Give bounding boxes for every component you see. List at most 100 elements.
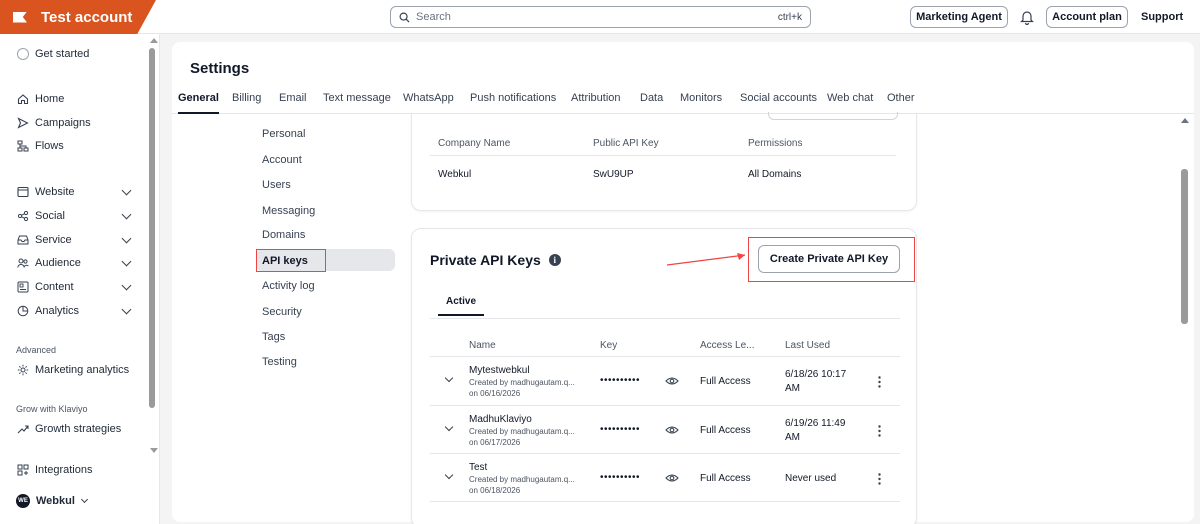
last-used-suffix: AM <box>785 383 800 394</box>
search-input[interactable] <box>416 11 778 23</box>
sidebar-item-label: Integrations <box>35 464 93 476</box>
subnav-tags[interactable]: Tags <box>262 331 285 343</box>
sidebar-item-home[interactable]: Home <box>16 91 64 107</box>
sidebar-item-label: Analytics <box>35 305 80 317</box>
public-key-action-button[interactable] <box>768 112 898 120</box>
sidebar-item-get-started[interactable]: Get started <box>16 46 89 62</box>
main-scrollbar[interactable] <box>1181 169 1188 324</box>
chevron-down-icon[interactable] <box>121 304 132 315</box>
scroll-down-arrow[interactable] <box>150 448 158 453</box>
expand-chevron-icon[interactable] <box>444 470 454 480</box>
subnav-security[interactable]: Security <box>262 306 302 318</box>
progress-circle-icon <box>16 48 29 61</box>
tab-active[interactable]: Active <box>438 296 485 316</box>
private-api-keys-card: Private API Keys i Create Private API Ke… <box>411 228 917 524</box>
annotation-arrow <box>666 253 746 266</box>
sidebar-item-growth-strategies[interactable]: Growth strategies <box>16 421 121 437</box>
scroll-up-arrow[interactable] <box>1181 118 1189 123</box>
tab-monitors[interactable]: Monitors <box>680 90 722 114</box>
account-plan-button[interactable]: Account plan <box>1046 6 1128 28</box>
sidebar-account-menu[interactable]: WE Webkul <box>16 493 88 509</box>
marketing-agent-button[interactable]: Marketing Agent <box>910 6 1008 28</box>
expand-chevron-icon[interactable] <box>444 373 454 383</box>
last-used-suffix: AM <box>785 432 800 443</box>
analytics-icon <box>16 305 29 318</box>
created-on: on 06/18/2026 <box>469 486 521 495</box>
chevron-down-icon[interactable] <box>121 256 132 267</box>
chevron-down-icon[interactable] <box>121 233 132 244</box>
tab-web-chat[interactable]: Web chat <box>827 90 873 114</box>
divider <box>430 155 896 156</box>
access-level: Full Access <box>700 473 751 484</box>
eye-icon[interactable] <box>665 473 679 483</box>
sidebar-item-social[interactable]: Social <box>16 208 65 224</box>
sidebar-item-label: Social <box>35 210 65 222</box>
home-icon <box>16 93 29 106</box>
sidebar-item-label: Growth strategies <box>35 423 122 435</box>
sidebar-item-analytics[interactable]: Analytics <box>16 303 79 319</box>
subnav-testing[interactable]: Testing <box>262 356 297 368</box>
chevron-down-icon[interactable] <box>121 209 132 220</box>
more-vertical-icon[interactable] <box>878 376 881 388</box>
key-name: Test <box>469 462 488 473</box>
subnav-account[interactable]: Account <box>262 154 302 166</box>
more-vertical-icon[interactable] <box>878 425 881 437</box>
sidebar-item-label: Website <box>35 186 75 198</box>
scroll-up-arrow[interactable] <box>150 38 158 43</box>
divider <box>430 356 900 357</box>
chevron-down-icon[interactable] <box>121 185 132 196</box>
created-on: on 06/16/2026 <box>469 389 521 398</box>
sidebar-item-campaigns[interactable]: Campaigns <box>16 115 91 131</box>
last-used: Never used <box>785 473 837 484</box>
sidebar-item-content[interactable]: Content <box>16 279 74 295</box>
subnav-activity-log[interactable]: Activity log <box>262 280 315 292</box>
more-vertical-icon[interactable] <box>878 473 881 485</box>
chevron-down-icon[interactable] <box>121 280 132 291</box>
sidebar-item-label: Content <box>35 281 74 293</box>
tab-push-notifications[interactable]: Push notifications <box>470 90 556 114</box>
sidebar-item-integrations[interactable]: Integrations <box>16 462 92 478</box>
column-header-access: Access Le... <box>700 340 755 351</box>
tab-email[interactable]: Email <box>279 90 307 114</box>
subnav-users[interactable]: Users <box>262 179 291 191</box>
tab-billing[interactable]: Billing <box>232 90 261 114</box>
sidebar-item-audience[interactable]: Audience <box>16 255 81 271</box>
flow-icon <box>16 140 29 153</box>
sidebar-item-marketing-analytics[interactable]: Marketing analytics <box>16 362 129 378</box>
sidebar-scrollbar[interactable] <box>149 48 155 408</box>
tab-text-message[interactable]: Text message <box>323 90 391 114</box>
tab-data[interactable]: Data <box>640 90 663 114</box>
search-box[interactable]: ctrl+k <box>390 6 811 28</box>
subnav-domains[interactable]: Domains <box>262 229 305 241</box>
account-label: Webkul <box>36 495 75 507</box>
key-name: MadhuKlaviyo <box>469 414 532 425</box>
public-api-keys-card: Company Name Public API Key Permissions … <box>411 112 917 211</box>
divider <box>430 453 900 454</box>
sidebar: Get started Home Campaigns Flows Website… <box>0 34 160 524</box>
divider <box>430 405 900 406</box>
sidebar-item-service[interactable]: Service <box>16 232 72 248</box>
account-switcher[interactable]: Test account <box>0 0 156 34</box>
subnav-personal[interactable]: Personal <box>262 128 305 140</box>
tab-attribution[interactable]: Attribution <box>571 90 621 114</box>
search-shortcut: ctrl+k <box>777 11 802 23</box>
sidebar-item-website[interactable]: Website <box>16 184 75 200</box>
tab-social-accounts[interactable]: Social accounts <box>740 90 817 114</box>
bell-icon[interactable] <box>1020 9 1034 25</box>
eye-icon[interactable] <box>665 425 679 435</box>
info-icon[interactable]: i <box>548 254 561 266</box>
access-level: Full Access <box>700 425 751 436</box>
tab-whatsapp[interactable]: WhatsApp <box>403 90 454 114</box>
tab-general[interactable]: General <box>178 90 219 114</box>
sidebar-item-flows[interactable]: Flows <box>16 138 64 154</box>
divider <box>430 501 900 502</box>
created-by: Created by madhugautam.q... <box>469 378 575 387</box>
subnav-messaging[interactable]: Messaging <box>262 205 315 217</box>
access-level: Full Access <box>700 376 751 387</box>
support-link[interactable]: Support <box>1141 11 1183 23</box>
last-used: 6/19/26 11:49 <box>785 418 846 429</box>
expand-chevron-icon[interactable] <box>444 422 454 432</box>
eye-icon[interactable] <box>665 376 679 386</box>
main-area: Settings General Billing Email Text mess… <box>160 34 1200 524</box>
tab-other[interactable]: Other <box>887 90 915 114</box>
